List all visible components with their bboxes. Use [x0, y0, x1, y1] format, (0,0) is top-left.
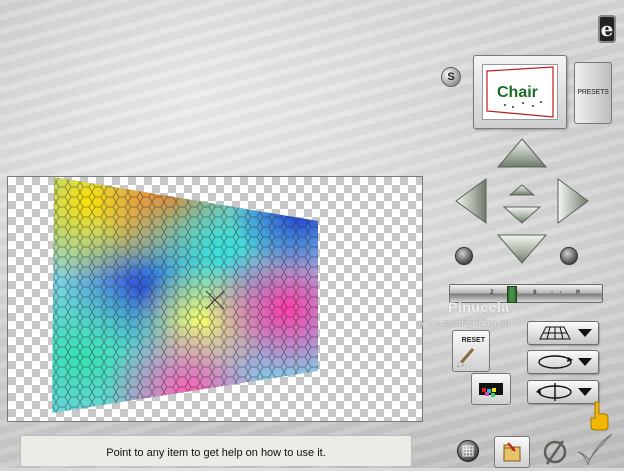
preset-preview: Chair: [482, 64, 558, 120]
arrow-up-icon[interactable]: [496, 138, 548, 168]
nudge-down-icon[interactable]: [502, 206, 542, 224]
help-hand-icon[interactable]: [586, 400, 612, 432]
arrow-left-icon[interactable]: [455, 178, 487, 224]
rotate-right-icon[interactable]: [560, 247, 578, 265]
checkmark-icon[interactable]: [574, 432, 614, 468]
navigation-pad: [452, 135, 592, 270]
reset-button[interactable]: RESET: [452, 330, 490, 372]
brush-icon: [456, 348, 475, 368]
preset-thumbnail-text: Chair: [497, 84, 538, 101]
cancel-icon[interactable]: [541, 438, 569, 466]
watermark-url: www.maidigrafica.eu: [418, 318, 510, 329]
arrow-right-icon[interactable]: [557, 178, 589, 224]
nudge-up-icon[interactable]: [508, 184, 536, 196]
watermark-name: Pinuccia: [448, 299, 510, 315]
color-palette-button[interactable]: [471, 373, 511, 405]
rotate-mode-dropdown[interactable]: [527, 350, 599, 374]
presets-button[interactable]: PRESETS: [574, 62, 612, 124]
status-text: Point to any item to get help on how to …: [106, 447, 326, 459]
preview-canvas[interactable]: [7, 176, 423, 422]
chevron-down-icon: [578, 388, 592, 396]
palette-swatch: [479, 383, 503, 397]
chevron-down-icon: [578, 358, 592, 366]
open-folder-icon: [503, 442, 521, 462]
app-logo-icon: e: [598, 15, 616, 43]
settings-s-button[interactable]: S: [441, 67, 461, 87]
arrow-down-icon[interactable]: [496, 234, 548, 264]
mosaic-preview: [52, 177, 318, 413]
zoom-ticks: Z ·· 0 ·· M: [490, 289, 585, 296]
preset-thumbnail[interactable]: Chair: [473, 55, 567, 129]
open-folder-button[interactable]: [494, 436, 530, 468]
chevron-down-icon: [578, 329, 592, 337]
perspective-mode-dropdown[interactable]: [527, 321, 599, 345]
grid-icon[interactable]: [457, 440, 479, 462]
flip-ellipse-icon: [536, 383, 572, 401]
rotate-left-icon[interactable]: [455, 247, 473, 265]
perspective-plane-icon: [539, 326, 571, 340]
help-status-bar: Point to any item to get help on how to …: [20, 435, 412, 466]
rotate-ellipse-icon: [538, 355, 573, 369]
